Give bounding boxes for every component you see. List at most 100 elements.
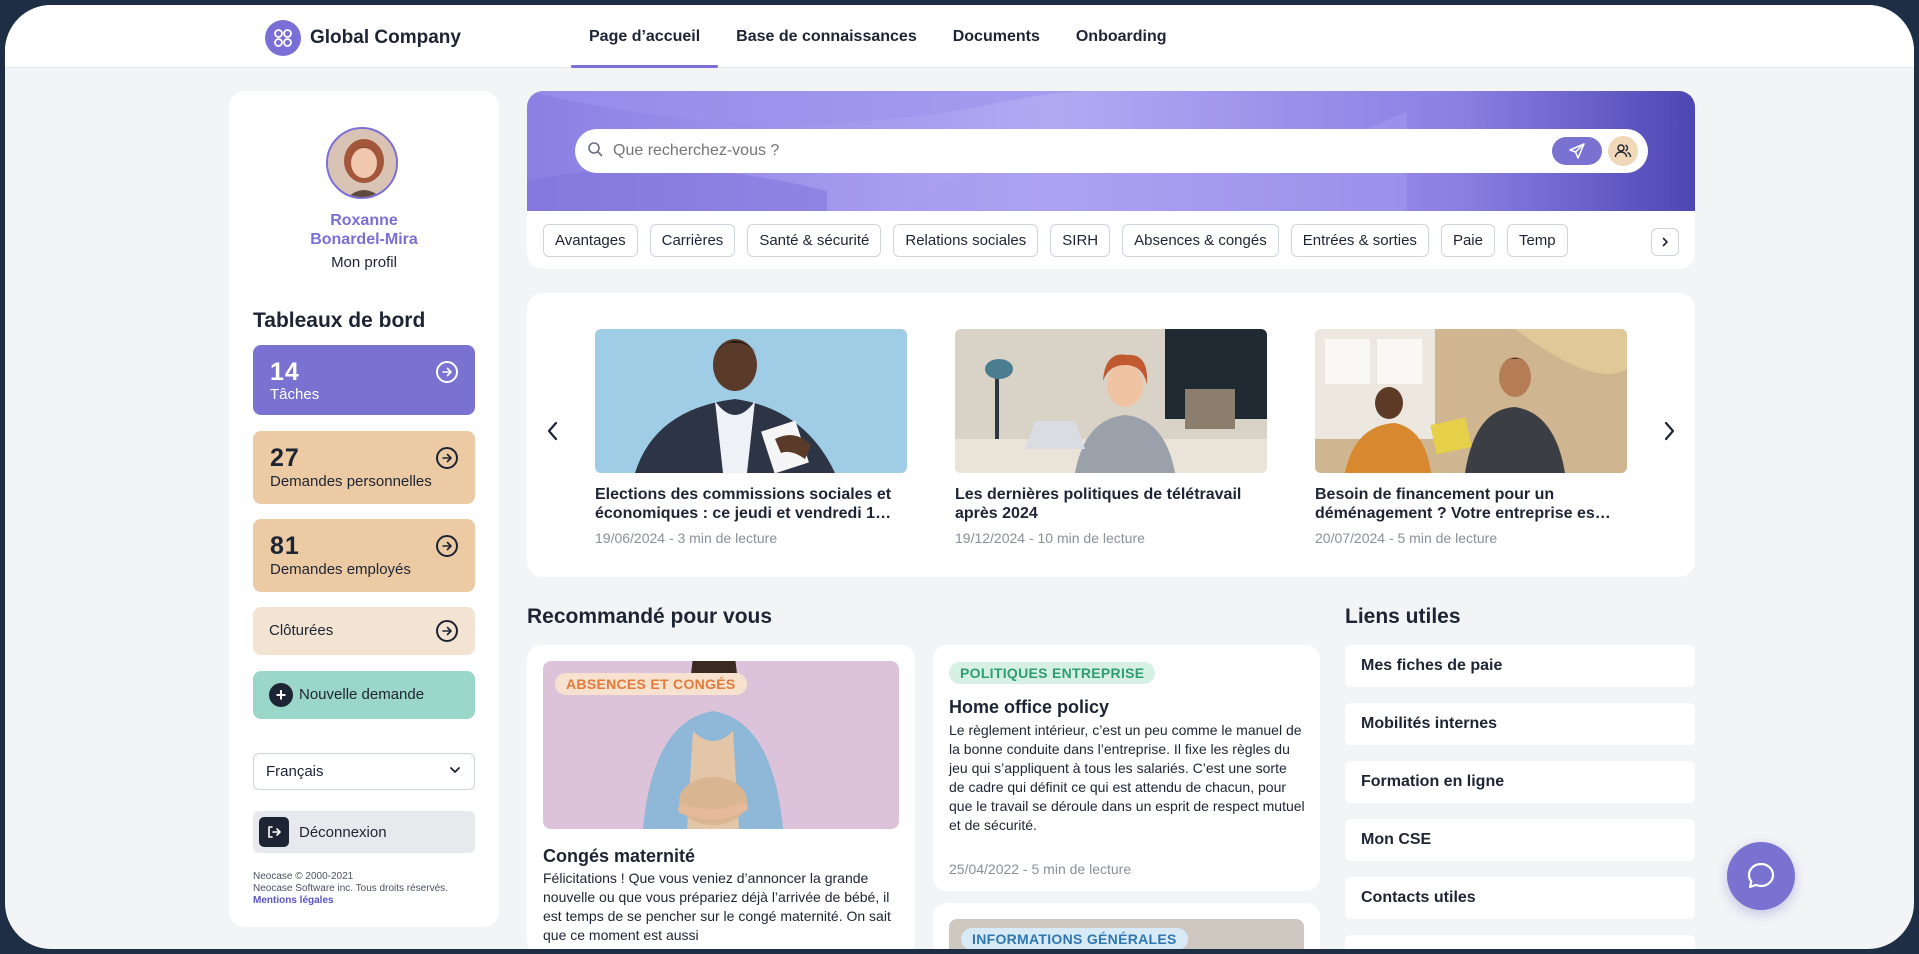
profile-link[interactable]: Mon profil — [229, 254, 499, 271]
chat-button[interactable] — [1727, 842, 1795, 910]
employee-requests-count: 81 — [270, 532, 300, 560]
chip-avantages[interactable]: Avantages — [543, 224, 638, 257]
recommended-item-title: Home office policy — [949, 697, 1110, 717]
chip-temp[interactable]: Temp — [1506, 224, 1568, 257]
category-tag: POLITIQUES ENTREPRISE — [949, 662, 1156, 684]
search-input[interactable] — [603, 142, 1552, 160]
chevron-down-icon — [448, 763, 462, 781]
personal-requests-card[interactable]: 27 Demandes personnelles — [253, 431, 475, 504]
closed-requests-card[interactable]: Clôturées — [253, 607, 475, 655]
useful-link-training[interactable]: Formation en ligne — [1345, 761, 1695, 803]
flower-logo-icon — [265, 20, 301, 56]
personal-requests-label: Demandes personnelles — [270, 473, 432, 490]
search-panel: Avantages Carrières Santé & sécurité Rel… — [527, 91, 1695, 269]
news-card[interactable]: Besoin de financement pour un déménageme… — [1315, 329, 1627, 546]
chevron-right-icon — [1664, 421, 1675, 441]
recommended-card[interactable]: INFORMATIONS GÉNÉRALES — [933, 903, 1320, 949]
tasks-count: 14 — [270, 358, 300, 386]
arrow-right-circle-icon — [436, 447, 458, 469]
send-icon — [1569, 143, 1585, 159]
chips-next-button[interactable] — [1651, 228, 1679, 256]
logout-label: Déconnexion — [299, 823, 387, 841]
news-title: Les dernières politiques de télétravail … — [955, 486, 1242, 522]
new-request-label: Nouvelle demande — [299, 686, 425, 703]
news-title: Elections des commissions sociales et éc… — [595, 486, 892, 522]
recommended-title: Recommandé pour vous — [527, 605, 773, 628]
chip-sirh[interactable]: SIRH — [1050, 224, 1111, 257]
recommended-card[interactable]: POLITIQUES ENTREPRISE Home office policy… — [933, 645, 1320, 891]
useful-links-title: Liens utiles — [1345, 605, 1461, 628]
chevron-right-icon — [1662, 237, 1668, 247]
nav-documents[interactable]: Documents — [935, 5, 1058, 68]
footer-copyright: Neocase © 2000-2021 — [253, 871, 354, 882]
plus-icon: + — [269, 683, 293, 707]
tasks-card[interactable]: 14 Tâches — [253, 345, 475, 415]
logout-icon — [259, 817, 289, 847]
language-select[interactable]: Français — [253, 753, 475, 790]
user-name[interactable]: Roxanne Bonardel-Mira — [229, 211, 499, 249]
news-title: Besoin de financement pour un déménageme… — [1315, 486, 1611, 522]
footer-rights: Neocase Software inc. Tous droits réserv… — [253, 883, 448, 894]
useful-link-cse[interactable]: Mon CSE — [1345, 819, 1695, 861]
useful-link-more[interactable] — [1345, 935, 1695, 949]
carousel-next-button[interactable] — [1657, 419, 1681, 443]
tasks-label: Tâches — [270, 386, 320, 403]
chip-relations-sociales[interactable]: Relations sociales — [893, 224, 1039, 257]
arrow-right-circle-icon — [436, 535, 458, 557]
arrow-right-circle-icon — [436, 361, 458, 383]
recommended-item-title: Congés maternité — [543, 846, 696, 866]
chat-bubble-icon — [1747, 862, 1775, 889]
language-value: Français — [266, 763, 324, 780]
news-meta: 19/12/2024 - 10 min de lecture — [955, 530, 1145, 546]
brand-logo[interactable]: Global Company — [265, 20, 461, 56]
recommended-item-text: Félicitations ! Que vous veniez d’annonc… — [543, 870, 891, 943]
useful-link-contacts[interactable]: Contacts utiles — [1345, 877, 1695, 919]
closed-requests-label: Clôturées — [269, 622, 334, 639]
nav-knowledge-base[interactable]: Base de connaissances — [718, 5, 935, 68]
useful-link-mobility[interactable]: Mobilités internes — [1345, 703, 1695, 745]
top-bar: Global Company Page d’accueil Base de co… — [5, 5, 1914, 68]
news-image — [955, 329, 1267, 473]
category-chips: Avantages Carrières Santé & sécurité Rel… — [543, 224, 1643, 257]
search-box — [575, 129, 1648, 173]
recommended-item-meta: 25/04/2022 - 5 min de lecture — [949, 861, 1132, 877]
carousel-prev-button[interactable] — [541, 419, 565, 443]
useful-link-payslips[interactable]: Mes fiches de paie — [1345, 645, 1695, 687]
sidebar: Roxanne Bonardel-Mira Mon profil Tableau… — [229, 91, 499, 927]
recommended-card[interactable]: ABSENCES ET CONGÉS Congés maternité Féli… — [527, 645, 915, 949]
dashboard-title: Tableaux de bord — [253, 309, 426, 332]
app-window: Global Company Page d’accueil Base de co… — [5, 5, 1914, 949]
chevron-left-icon — [547, 421, 558, 441]
news-carousel: Elections des commissions sociales et éc… — [527, 293, 1695, 577]
main-nav: Page d’accueil Base de connaissances Doc… — [571, 5, 1185, 68]
employee-requests-card[interactable]: 81 Demandes employés — [253, 519, 475, 592]
employee-requests-label: Demandes employés — [270, 561, 411, 578]
chip-paie[interactable]: Paie — [1440, 224, 1495, 257]
arrow-right-circle-icon — [436, 620, 458, 642]
new-request-button[interactable]: + Nouvelle demande — [253, 671, 475, 719]
people-icon — [1614, 144, 1632, 158]
news-card[interactable]: Les dernières politiques de télétravail … — [955, 329, 1267, 546]
recommended-item-text: Le règlement intérieur, c’est un peu com… — [949, 722, 1305, 833]
news-image — [1315, 329, 1627, 473]
news-card[interactable]: Elections des commissions sociales et éc… — [595, 329, 907, 546]
category-tag: ABSENCES ET CONGÉS — [555, 673, 747, 695]
nav-home[interactable]: Page d’accueil — [571, 5, 719, 68]
nav-onboarding[interactable]: Onboarding — [1058, 5, 1185, 68]
personal-requests-count: 27 — [270, 444, 300, 472]
chip-carrieres[interactable]: Carrières — [649, 224, 736, 257]
send-button[interactable] — [1552, 137, 1602, 165]
news-meta: 19/06/2024 - 3 min de lecture — [595, 530, 778, 546]
chip-absences-conges[interactable]: Absences & congés — [1122, 224, 1279, 257]
legal-link[interactable]: Mentions légales — [253, 895, 448, 907]
logout-button[interactable]: Déconnexion — [253, 811, 475, 853]
search-icon — [587, 141, 603, 162]
people-button[interactable] — [1608, 136, 1638, 166]
chip-sante-securite[interactable]: Santé & sécurité — [747, 224, 882, 257]
chip-entrees-sorties[interactable]: Entrées & sorties — [1290, 224, 1429, 257]
brand-name: Global Company — [310, 27, 461, 48]
footer-legal: Neocase © 2000-2021 Neocase Software inc… — [253, 871, 448, 907]
avatar[interactable] — [326, 127, 398, 199]
news-image — [595, 329, 907, 473]
news-meta: 20/07/2024 - 5 min de lecture — [1315, 530, 1498, 546]
